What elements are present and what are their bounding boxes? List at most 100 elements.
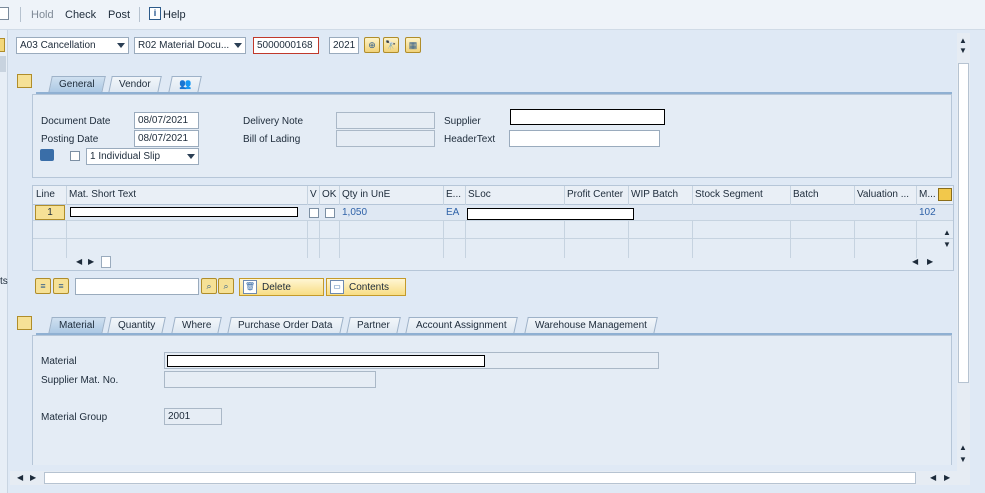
scroll-right-icon[interactable]: ▶: [30, 473, 36, 482]
material-group-field[interactable]: 2001: [164, 408, 222, 425]
contents-button[interactable]: ▭ Contents: [326, 278, 406, 296]
scroll-down-icon[interactable]: ▼: [959, 455, 967, 464]
supplier-label: Supplier: [444, 116, 481, 127]
people-icon: 👥: [179, 79, 192, 90]
scroll-up-icon[interactable]: ▲: [959, 36, 967, 45]
col-wip-batch[interactable]: WIP Batch: [631, 186, 678, 205]
tab-purchase-order-data[interactable]: Purchase Order Data: [227, 317, 344, 334]
supplier-mat-field[interactable]: [164, 371, 376, 388]
find-icon[interactable]: ⌕: [201, 278, 217, 294]
movement-value: 102: [919, 207, 936, 218]
hold-button[interactable]: Hold: [31, 9, 54, 21]
find-next-icon[interactable]: ⌕: [218, 278, 234, 294]
scroll-right-icon[interactable]: ▶: [88, 257, 94, 266]
mat-short-text-redacted: [70, 207, 298, 217]
supplier-field-redacted[interactable]: [510, 109, 665, 125]
col-mat-short-text[interactable]: Mat. Short Text: [69, 186, 136, 205]
col-profit-center[interactable]: Profit Center: [567, 186, 623, 205]
scroll-left-icon[interactable]: ◀: [76, 257, 82, 266]
chevron-down-icon: [117, 43, 125, 48]
col-valuation[interactable]: Valuation ...: [857, 186, 909, 205]
scroll-right-icon[interactable]: ▶: [927, 257, 933, 266]
table-scroll-up-icon[interactable]: ▲: [943, 228, 951, 237]
document-date-label: Document Date: [41, 116, 111, 127]
contents-label: Contents: [349, 282, 390, 293]
scroll-left-icon[interactable]: ◀: [930, 473, 936, 482]
scroll-down-icon[interactable]: ▼: [959, 46, 967, 55]
row-line-number[interactable]: 1: [35, 205, 65, 220]
expand-icon[interactable]: [0, 38, 5, 52]
left-frame-edge: [0, 30, 8, 493]
ok-checkbox[interactable]: [325, 208, 335, 218]
slip-value: 1 Individual Slip: [90, 151, 161, 162]
horizontal-scroll-thumb[interactable]: [101, 256, 111, 268]
col-line[interactable]: Line: [36, 186, 55, 205]
slip-select[interactable]: 1 Individual Slip: [86, 148, 199, 165]
col-unit[interactable]: E...: [446, 186, 461, 205]
check-button[interactable]: Check: [65, 9, 96, 21]
tab-partner[interactable]: Partner: [346, 317, 401, 334]
bottom-scroll-thumb[interactable]: [44, 472, 916, 484]
year-field[interactable]: 2021: [329, 37, 359, 54]
tab-vendor[interactable]: Vendor: [108, 76, 162, 93]
help-button[interactable]: Help: [163, 9, 186, 21]
tab-warehouse-management[interactable]: Warehouse Management: [524, 317, 658, 334]
left-edge-text: ts: [0, 276, 8, 287]
posting-date-field[interactable]: 08/07/2021: [134, 130, 199, 147]
document-number-field[interactable]: 5000000168: [253, 37, 319, 54]
table-row[interactable]: [33, 222, 953, 239]
delete-label: Delete: [262, 282, 291, 293]
bill-of-lading-field[interactable]: [336, 130, 435, 147]
post-button[interactable]: Post: [108, 9, 130, 21]
chevron-down-icon: [234, 43, 242, 48]
scroll-up-icon[interactable]: ▲: [959, 443, 967, 452]
reference-value: R02 Material Docu...: [138, 40, 230, 51]
col-stock-segment[interactable]: Stock Segment: [695, 186, 763, 205]
tab-general[interactable]: General: [48, 76, 106, 93]
tab-where[interactable]: Where: [171, 317, 223, 334]
filter-icon[interactable]: ≡: [53, 278, 69, 294]
delivery-note-field[interactable]: [336, 112, 435, 129]
collapse-detail-icon[interactable]: [17, 316, 32, 330]
select-all-icon[interactable]: ≡: [35, 278, 51, 294]
col-ok[interactable]: OK: [322, 186, 336, 205]
tab-account-assignment[interactable]: Account Assignment: [405, 317, 518, 334]
column-settings-icon[interactable]: [938, 188, 952, 201]
v-checkbox[interactable]: [309, 208, 319, 218]
document-date-field[interactable]: 08/07/2021: [134, 112, 199, 129]
grid-icon[interactable]: ▦: [405, 37, 421, 53]
material-redacted: [167, 355, 485, 367]
collapse-header-icon[interactable]: [17, 74, 32, 88]
trash-icon: 🗑: [243, 280, 257, 294]
scroll-right-icon[interactable]: ▶: [944, 473, 950, 482]
col-v[interactable]: V: [310, 186, 317, 205]
execute-icon[interactable]: ⊕: [364, 37, 380, 53]
print-checkbox[interactable]: [70, 151, 80, 161]
col-movement[interactable]: M...: [919, 186, 936, 205]
header-text-field[interactable]: [509, 130, 660, 147]
toolbar: Hold Check Post i Help: [0, 0, 985, 30]
main-scroll-thumb[interactable]: [958, 63, 969, 383]
transaction-select[interactable]: A03 Cancellation: [16, 37, 129, 54]
item-search-field[interactable]: [75, 278, 199, 295]
contents-icon: ▭: [330, 280, 344, 294]
delivery-note-label: Delivery Note: [243, 116, 304, 127]
supplier-mat-label: Supplier Mat. No.: [41, 375, 119, 386]
reference-select[interactable]: R02 Material Docu...: [134, 37, 246, 54]
tab-quantity[interactable]: Quantity: [107, 317, 167, 334]
find-icon[interactable]: 🔭: [383, 37, 399, 53]
chevron-down-icon: [187, 154, 195, 159]
table-scroll-down-icon[interactable]: ▼: [943, 240, 951, 249]
col-qty[interactable]: Qty in UnE: [342, 186, 390, 205]
col-batch[interactable]: Batch: [793, 186, 819, 205]
scroll-left-icon[interactable]: ◀: [912, 257, 918, 266]
col-sloc[interactable]: SLoc: [468, 186, 491, 205]
tab-partners[interactable]: 👥: [168, 76, 203, 93]
header-text-label: HeaderText: [444, 134, 496, 145]
new-document-icon[interactable]: [0, 7, 9, 20]
delete-button[interactable]: 🗑 Delete: [239, 278, 324, 296]
help-icon[interactable]: i: [149, 7, 161, 20]
printer-icon[interactable]: [40, 149, 54, 161]
scroll-left-icon[interactable]: ◀: [17, 473, 23, 482]
tab-material[interactable]: Material: [48, 317, 106, 334]
